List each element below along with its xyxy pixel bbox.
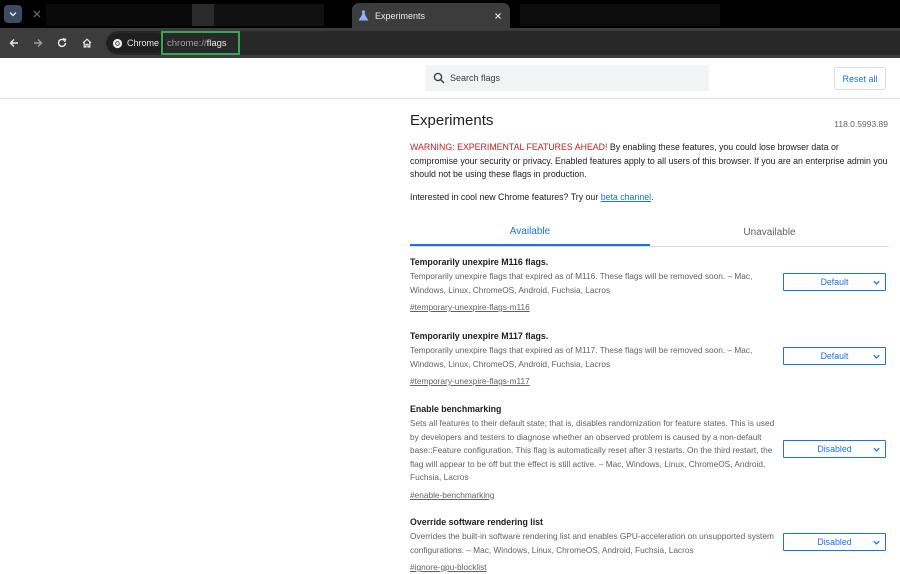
- flag-state-select[interactable]: Disabled: [783, 440, 886, 458]
- browser-toolbar: Chrome chrome://flags: [0, 28, 900, 58]
- flag-item: Temporarily unexpire M117 flags. Tempora…: [410, 331, 888, 389]
- flag-item: Override software rendering list Overrid…: [410, 517, 888, 574]
- background-tab[interactable]: [46, 4, 192, 26]
- reload-button[interactable]: [52, 33, 72, 53]
- tab-strip: Experiments: [0, 0, 900, 28]
- tab-title: Experiments: [375, 10, 426, 21]
- flag-permalink[interactable]: #ignore-gpu-blocklist: [410, 562, 487, 572]
- background-tab[interactable]: [520, 4, 720, 26]
- background-tab-close-button[interactable]: [30, 7, 44, 21]
- reset-all-button[interactable]: Reset all: [834, 67, 886, 90]
- back-button[interactable]: [4, 33, 24, 53]
- reload-icon: [57, 37, 67, 48]
- flag-state-value: Disabled: [817, 537, 852, 547]
- site-info-chip[interactable]: Chrome: [107, 33, 166, 53]
- flag-description: Temporarily unexpire flags that expired …: [410, 345, 753, 369]
- beta-promo: Interested in cool new Chrome features? …: [410, 192, 654, 202]
- tab-available[interactable]: Available: [410, 219, 650, 246]
- flag-permalink[interactable]: #temporary-unexpire-flags-m116: [410, 302, 530, 312]
- flag-name: Temporarily unexpire M117 flags.: [410, 331, 549, 341]
- version-label: 118.0.5993.89: [834, 119, 888, 129]
- flag-state-select[interactable]: Default: [783, 347, 886, 365]
- flag-description: Temporarily unexpire flags that expired …: [410, 271, 753, 295]
- beta-channel-link[interactable]: beta channel: [601, 192, 651, 202]
- flags-tabs: Available Unavailable: [410, 219, 889, 247]
- site-chip-label: Chrome: [127, 38, 160, 48]
- chevron-down-icon: [873, 540, 880, 545]
- chrome-logo-icon: [112, 38, 123, 48]
- flag-state-select[interactable]: Default: [783, 273, 886, 291]
- chevron-down-icon: [9, 12, 17, 17]
- search-placeholder: Search flags: [450, 73, 501, 83]
- url-path: flags: [206, 37, 227, 49]
- flag-state-select[interactable]: Disabled: [783, 533, 886, 551]
- flag-item: Temporarily unexpire M116 flags. Tempora…: [410, 257, 888, 315]
- flag-state-value: Default: [820, 277, 849, 287]
- flag-permalink[interactable]: #enable-benchmarking: [410, 490, 494, 500]
- url-text[interactable]: chrome://flags: [161, 31, 240, 55]
- background-tab[interactable]: [192, 4, 214, 26]
- flask-icon: [358, 10, 369, 21]
- close-icon: [495, 12, 501, 19]
- tab-unavailable[interactable]: Unavailable: [650, 219, 889, 246]
- flag-permalink[interactable]: #temporary-unexpire-flags-m117: [410, 376, 530, 386]
- chevron-down-icon: [873, 354, 880, 359]
- active-tab[interactable]: Experiments: [352, 3, 510, 28]
- flag-item: Enable benchmarking Sets all features to…: [410, 404, 888, 503]
- tab-close-button[interactable]: [491, 9, 505, 23]
- close-icon: [33, 10, 41, 18]
- flag-state-value: Default: [820, 351, 849, 361]
- flag-state-value: Disabled: [817, 444, 852, 454]
- page-title: Experiments: [410, 112, 494, 129]
- chevron-down-icon: [873, 447, 880, 452]
- flag-description: Sets all features to their default state…: [410, 418, 775, 482]
- search-flags-input[interactable]: Search flags: [425, 65, 709, 91]
- tab-search-button[interactable]: [4, 5, 22, 23]
- background-tab[interactable]: [214, 4, 324, 26]
- forward-button[interactable]: [28, 33, 48, 53]
- arrow-right-icon: [34, 39, 43, 47]
- flag-name: Override software rendering list: [410, 517, 543, 527]
- url-scheme: chrome://: [167, 37, 207, 49]
- flag-name: Enable benchmarking: [410, 404, 502, 414]
- arrow-left-icon: [9, 39, 18, 47]
- warning-text: WARNING: EXPERIMENTAL FEATURES AHEAD! By…: [410, 141, 888, 182]
- flags-header: Search flags Reset all: [0, 58, 900, 99]
- home-button[interactable]: [77, 33, 97, 53]
- search-icon: [433, 72, 445, 84]
- flag-description: Overrides the built-in software renderin…: [410, 531, 774, 555]
- chevron-down-icon: [873, 280, 880, 285]
- beta-promo-text: Interested in cool new Chrome features? …: [410, 192, 601, 202]
- beta-promo-end: .: [651, 192, 654, 202]
- home-icon: [82, 38, 92, 48]
- warning-heading: WARNING: EXPERIMENTAL FEATURES AHEAD!: [410, 142, 608, 152]
- flag-name: Temporarily unexpire M116 flags.: [410, 257, 549, 267]
